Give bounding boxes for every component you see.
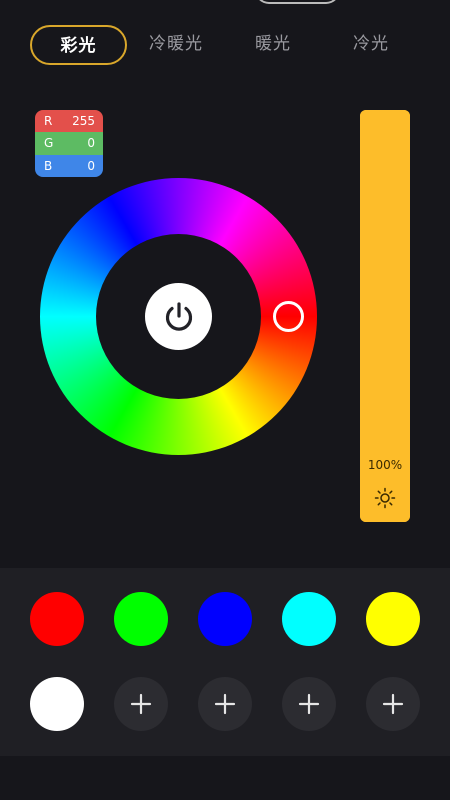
color-presets-panel (0, 568, 450, 756)
tab-cool-warm-light[interactable]: 冷暖光 (130, 25, 222, 65)
red-label: R (44, 114, 53, 129)
add-preset-button[interactable] (282, 677, 336, 731)
plus-icon (298, 693, 320, 715)
tab-cool-light[interactable]: 冷光 (325, 25, 417, 65)
rgb-row-red: R 255 (35, 110, 103, 133)
add-preset-button[interactable] (366, 677, 420, 731)
sun-icon (374, 487, 396, 509)
tab-color-light[interactable]: 彩光 (30, 25, 127, 65)
rgb-row-green: G 0 (35, 132, 103, 155)
status-strip (0, 0, 450, 8)
preset-swatch-red[interactable] (30, 592, 84, 646)
color-wheel-selector[interactable] (273, 301, 304, 332)
plus-icon (382, 693, 404, 715)
preset-swatch-blue[interactable] (198, 592, 252, 646)
add-preset-button[interactable] (198, 677, 252, 731)
tab-warm-light[interactable]: 暖光 (227, 25, 319, 65)
rgb-readout: R 255 G 0 B 0 (35, 110, 103, 177)
red-value: 255 (72, 114, 95, 129)
plus-icon (130, 693, 152, 715)
plus-icon (214, 693, 236, 715)
preset-swatch-green[interactable] (114, 592, 168, 646)
brightness-slider[interactable]: 100% (360, 110, 410, 522)
power-button[interactable] (145, 283, 212, 350)
power-icon (165, 301, 192, 331)
green-value: 0 (87, 136, 95, 151)
light-mode-tabs: 彩光 冷暖光 暖光 冷光 (30, 25, 430, 65)
blue-value: 0 (87, 158, 95, 173)
add-preset-button[interactable] (114, 677, 168, 731)
green-label: G (44, 136, 54, 151)
blue-label: B (44, 158, 53, 173)
rgb-row-blue: B 0 (35, 154, 103, 177)
preset-swatch-cyan[interactable] (282, 592, 336, 646)
status-arc-decoration (255, 0, 340, 4)
preset-swatch-yellow[interactable] (366, 592, 420, 646)
brightness-value: 100% (367, 458, 403, 472)
preset-swatch-white[interactable] (30, 677, 84, 731)
